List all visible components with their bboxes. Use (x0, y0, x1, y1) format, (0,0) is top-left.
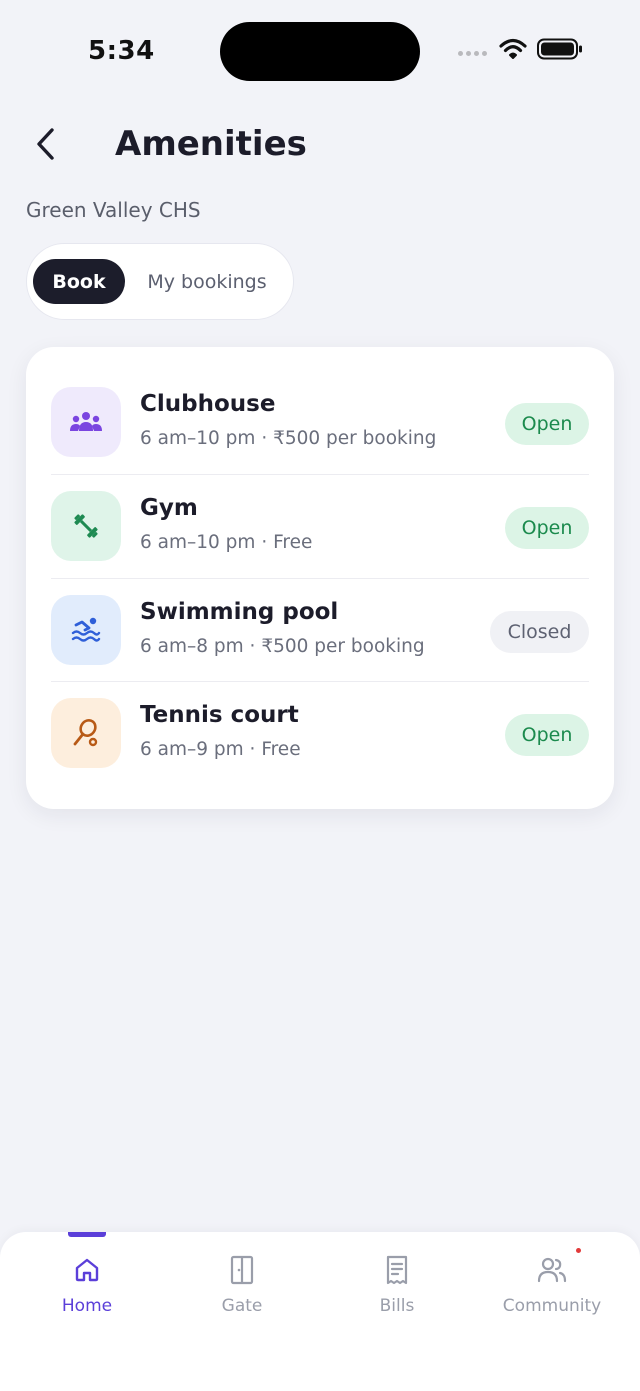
status-badge: Open (505, 403, 589, 445)
amenity-name: Tennis court (140, 702, 299, 728)
amenity-name: Gym (140, 495, 198, 521)
cellular-signal-icon (458, 50, 487, 56)
wifi-icon (499, 38, 527, 59)
amenity-meta: 6 am–10 pm · Free (140, 532, 313, 553)
tab-label: Bills (379, 1296, 415, 1316)
amenity-row-swimming-pool[interactable]: Swimming pool 6 am–8 pm · ₹500 per booki… (51, 579, 589, 682)
status-badge: Open (505, 714, 589, 756)
amenity-name: Clubhouse (140, 391, 276, 417)
page-title: Amenities (115, 124, 307, 164)
amenities-list: Clubhouse 6 am–10 pm · ₹500 per booking … (26, 347, 614, 809)
tab-gate[interactable]: Gate (162, 1252, 322, 1332)
amenity-icon-box (51, 491, 121, 561)
chevron-left-icon (37, 128, 54, 160)
amenity-row-tennis-court[interactable]: Tennis court 6 am–9 pm · Free Open (51, 682, 589, 786)
people-icon (537, 1257, 567, 1283)
dumbbell-icon (74, 514, 98, 538)
amenity-row-clubhouse[interactable]: Clubhouse 6 am–10 pm · ₹500 per booking … (51, 371, 589, 475)
bottom-tab-bar: Home Gate Bills Community (0, 1232, 640, 1391)
racket-icon (73, 719, 98, 747)
amenity-icon-box (51, 594, 121, 665)
dynamic-island (220, 22, 420, 81)
tab-bills[interactable]: Bills (317, 1252, 477, 1332)
tab-community[interactable]: Community (472, 1248, 632, 1332)
amenity-meta: 6 am–10 pm · ₹500 per booking (140, 428, 437, 449)
society-name: Green Valley CHS (26, 198, 201, 222)
door-icon (230, 1255, 254, 1285)
tab-my-bookings[interactable]: My bookings (127, 259, 287, 304)
group-icon (70, 412, 102, 431)
amenity-row-gym[interactable]: Gym 6 am–10 pm · Free Open (51, 475, 589, 579)
active-tab-indicator (68, 1232, 106, 1237)
booking-segmented-control: Book My bookings (26, 243, 294, 320)
status-badge: Closed (490, 610, 589, 653)
amenity-meta: 6 am–9 pm · Free (140, 739, 301, 760)
tab-label: Gate (221, 1296, 263, 1316)
battery-icon (537, 38, 582, 60)
tab-label: Home (61, 1296, 113, 1316)
amenity-meta: 6 am–8 pm · ₹500 per booking (140, 635, 425, 657)
status-badge: Open (505, 507, 589, 549)
tab-book[interactable]: Book (33, 259, 125, 304)
tab-label: Community (502, 1296, 602, 1316)
swimmer-icon (71, 617, 101, 642)
amenity-icon-box (51, 698, 121, 768)
status-time: 5:34 (88, 36, 155, 66)
home-icon (75, 1258, 99, 1282)
amenity-name: Swimming pool (140, 598, 339, 625)
amenity-icon-box (51, 387, 121, 457)
receipt-icon (386, 1255, 408, 1285)
notification-dot (576, 1248, 581, 1253)
status-indicators (458, 38, 583, 60)
amenities-screen: 5:34 Amenities Green Valley CHS Book My … (0, 0, 640, 1391)
back-button[interactable] (26, 122, 66, 166)
tab-home[interactable]: Home (7, 1252, 167, 1332)
